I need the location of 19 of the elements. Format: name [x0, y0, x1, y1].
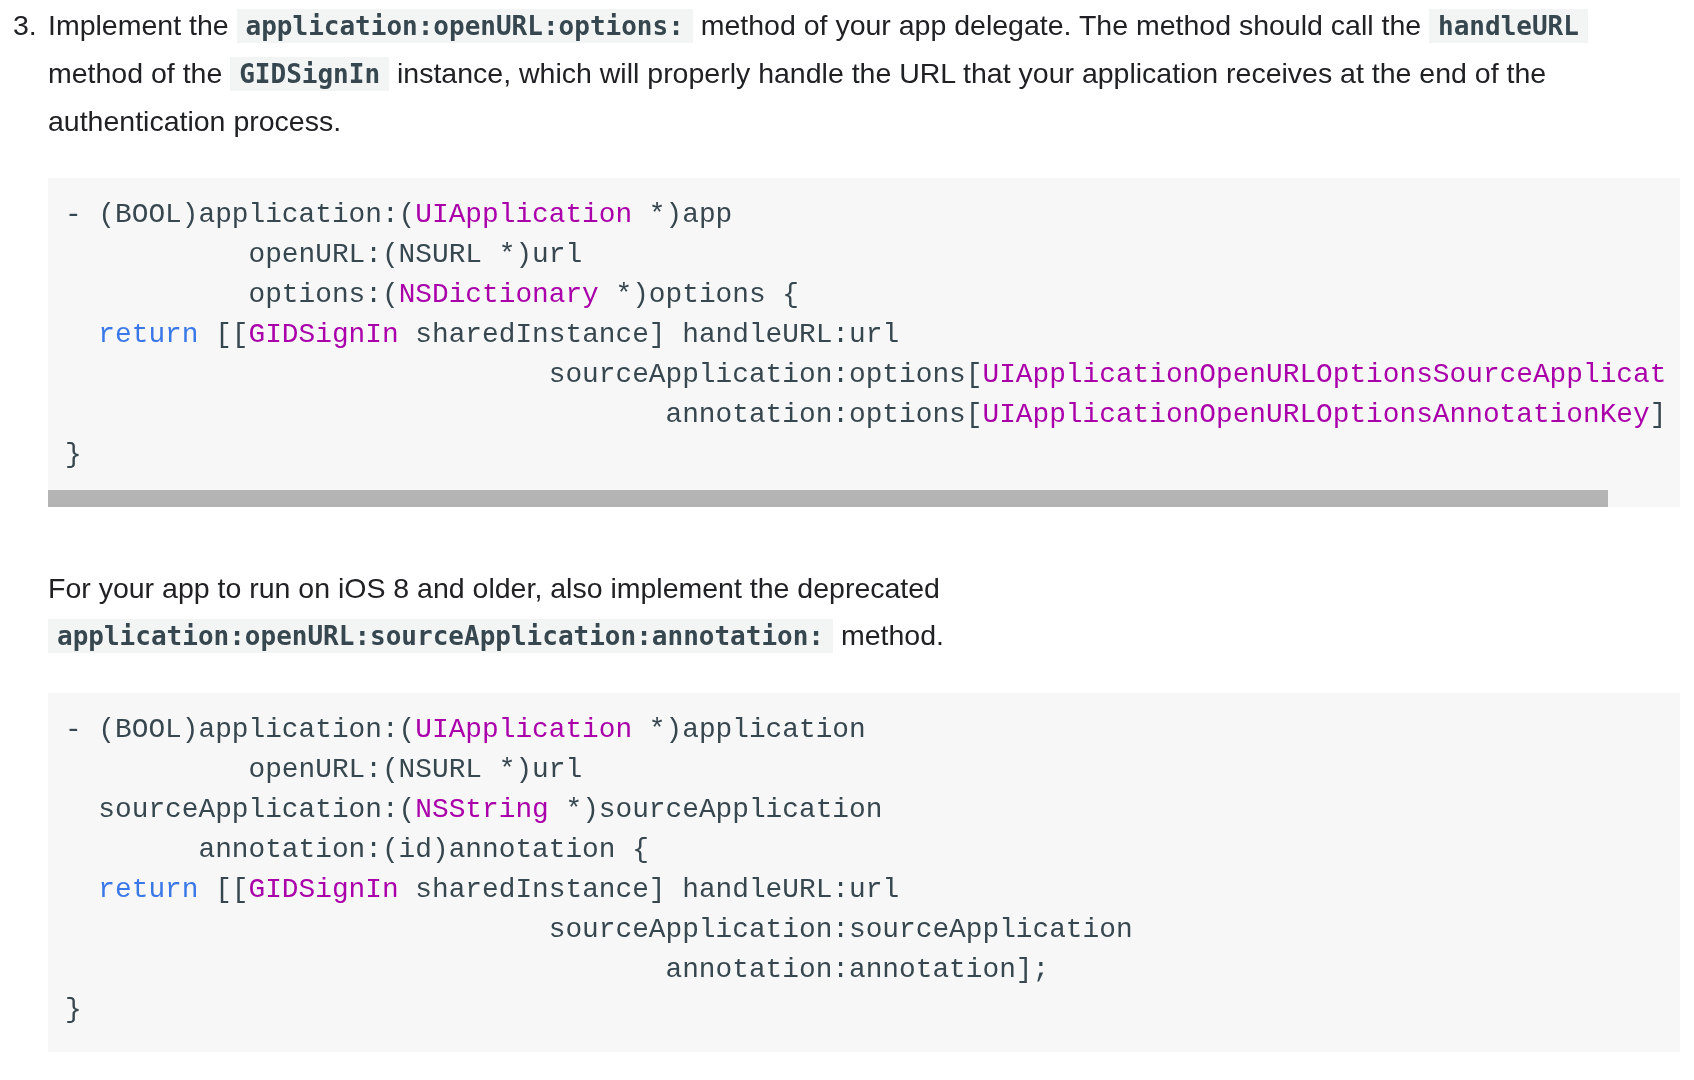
list-number: 3. [13, 8, 38, 43]
code-line: return [[GIDSignIn sharedInstance] handleURL:url [97, 318, 901, 352]
code-line: } [65, 993, 83, 1027]
code-line: - (BOOL)application:(UIApplication *)app [65, 198, 734, 232]
code-line: } [65, 438, 83, 472]
paragraph: Implement the application:openURL:options: method of your app delegate. The method should call the handleURL method of the GIDSignIn instance, which will properly handle the URL that your application receives at the end of the authentication process. [48, 2, 1608, 145]
code-line: return [[GIDSignIn sharedInstance] handleURL:url [97, 873, 901, 907]
code-line: sourceApplication:sourceApplication [547, 913, 1134, 947]
scrollbar-thumb[interactable] [48, 490, 1608, 507]
code-line: openURL:(NSURL *)url [247, 753, 584, 787]
code-line: openURL:(NSURL *)url [247, 238, 584, 272]
code-line: sourceApplication:options[UIApplicationOpenURLOptionsSourceApplicat [547, 358, 1668, 392]
paragraph: For your app to run on iOS 8 and older, also implement the deprecated application:openURL:sourceApplication:annotation: method. [48, 571, 945, 655]
code-line: sourceApplication:(NSString *)sourceApplication [97, 793, 884, 827]
code-line: annotation:(id)annotation { [197, 833, 650, 867]
code-line: annotation:annotation]; [664, 953, 1051, 987]
code-line: options:(NSDictionary *)options { [247, 278, 800, 312]
code-line: annotation:options[UIApplicationOpenURLOptionsAnnotationKey] [664, 398, 1668, 432]
code-line: - (BOOL)application:(UIApplication *)application [65, 713, 867, 747]
